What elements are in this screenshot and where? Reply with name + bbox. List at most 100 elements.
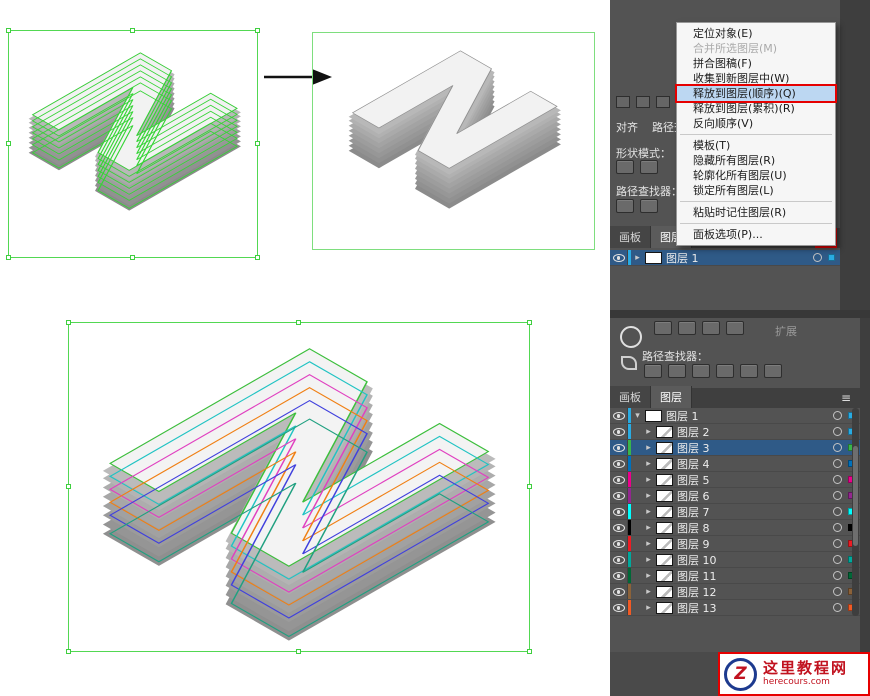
expand-chevron-icon[interactable]: ▸ (642, 571, 655, 581)
expand-chevron-icon[interactable]: ▸ (642, 523, 655, 533)
n-shape-3d-plain[interactable] (313, 33, 594, 249)
layer-row[interactable]: ▸ 图层 6 (610, 488, 860, 504)
layers-scrollbar[interactable] (852, 408, 859, 616)
target-circle-icon[interactable] (833, 491, 842, 500)
target-circle-icon[interactable] (833, 507, 842, 516)
menu-item-locate-object[interactable]: 定位对象(E) (677, 26, 835, 41)
visibility-eye-icon[interactable] (613, 412, 625, 420)
selection-handle[interactable] (296, 320, 301, 325)
visibility-eye-icon[interactable] (613, 492, 625, 500)
layer-row[interactable]: ▸ 图层 4 (610, 456, 860, 472)
target-circle-icon[interactable] (833, 587, 842, 596)
panel-header-icon[interactable] (702, 321, 720, 335)
document-canvas[interactable] (0, 0, 610, 696)
expand-chevron-icon[interactable]: ▸ (642, 507, 655, 517)
n-shape-3d-released-layers[interactable] (69, 323, 529, 651)
site-logo-link[interactable]: Z 这里教程网 herecours.com (718, 652, 870, 696)
menu-item-lock-all-layers[interactable]: 锁定所有图层(L) (677, 183, 835, 198)
layer-row[interactable]: ▸ 图层 13 (610, 600, 860, 616)
expand-chevron-icon[interactable]: ▸ (642, 539, 655, 549)
scrollbar-thumb[interactable] (853, 446, 858, 546)
visibility-eye-icon[interactable] (613, 508, 625, 516)
panel-header-icon[interactable] (654, 321, 672, 335)
layer-row[interactable]: ▸ 图层 11 (610, 568, 860, 584)
expand-chevron-icon[interactable]: ▸ (642, 491, 655, 501)
expand-chevron-icon[interactable]: ▸ (642, 587, 655, 597)
selection-handle[interactable] (6, 255, 11, 260)
target-circle-icon[interactable] (833, 475, 842, 484)
menu-item-flatten-artwork[interactable]: 拼合图稿(F) (677, 56, 835, 71)
menu-item-release-to-layers-sequence[interactable]: 释放到图层(顺序)(Q) (677, 86, 835, 101)
panel-menu-icon[interactable]: ≡ (837, 390, 855, 406)
expand-chevron-icon[interactable]: ▸ (631, 253, 644, 263)
visibility-eye-icon[interactable] (613, 460, 625, 468)
tab-artboards[interactable]: 画板 (610, 226, 651, 248)
menu-item-paste-remembers-layers[interactable]: 粘贴时记住图层(R) (677, 205, 835, 220)
align-icon[interactable] (616, 96, 630, 108)
circle-tool-icon[interactable] (620, 326, 642, 348)
visibility-eye-icon[interactable] (613, 540, 625, 548)
visibility-eye-icon[interactable] (613, 524, 625, 532)
selection-handle[interactable] (66, 649, 71, 654)
target-circle-icon[interactable] (833, 555, 842, 564)
visibility-eye-icon[interactable] (613, 444, 625, 452)
pathfinder-icon[interactable] (616, 199, 634, 213)
tab-align[interactable]: 对齐 (616, 119, 638, 135)
layer-row[interactable]: ▸ 图层 10 (610, 552, 860, 568)
pathfinder-icon[interactable] (640, 199, 658, 213)
selection-handle[interactable] (66, 320, 71, 325)
shape-mode-icon[interactable] (640, 160, 658, 174)
layer-row[interactable]: ▸ 图层 7 (610, 504, 860, 520)
menu-item-panel-options[interactable]: 面板选项(P)... (677, 227, 835, 242)
menu-item-reverse-order[interactable]: 反向顺序(V) (677, 116, 835, 131)
layer-row[interactable]: ▸ 图层 5 (610, 472, 860, 488)
expand-button[interactable]: 扩展 (775, 323, 797, 339)
expand-chevron-icon[interactable]: ▸ (642, 459, 655, 469)
layer-row[interactable]: ▸ 图层 8 (610, 520, 860, 536)
selection-handle[interactable] (255, 28, 260, 33)
visibility-eye-icon[interactable] (613, 604, 625, 612)
pathfinder-icon[interactable] (692, 364, 710, 378)
panel-header-icon[interactable] (678, 321, 696, 335)
menu-item-collect-in-new-layer[interactable]: 收集到新图层中(W) (677, 71, 835, 86)
visibility-eye-icon[interactable] (613, 572, 625, 580)
target-circle-icon[interactable] (833, 411, 842, 420)
pathfinder-icon[interactable] (668, 364, 686, 378)
layer-row-selected[interactable]: ▸ 图层 3 (610, 440, 860, 456)
selection-handle[interactable] (130, 255, 135, 260)
pathfinder-icon[interactable] (644, 364, 662, 378)
target-circle-icon[interactable] (833, 443, 842, 452)
expand-chevron-icon[interactable]: ▸ (642, 555, 655, 565)
tab-layers[interactable]: 图层 (651, 386, 692, 408)
n-shape-3d-selected[interactable] (9, 31, 257, 257)
target-circle-icon[interactable] (813, 253, 822, 262)
target-circle-icon[interactable] (833, 571, 842, 580)
selection-handle[interactable] (296, 649, 301, 654)
menu-item-hide-all-layers[interactable]: 隐藏所有图层(R) (677, 153, 835, 168)
selection-handle[interactable] (6, 28, 11, 33)
spiral-tool-icon[interactable] (621, 356, 637, 370)
visibility-eye-icon[interactable] (613, 254, 625, 262)
align-icon[interactable] (656, 96, 670, 108)
menu-item-template[interactable]: 模板(T) (677, 138, 835, 153)
selection-handle[interactable] (527, 649, 532, 654)
layer-row[interactable]: ▸ 图层 1 (610, 250, 840, 266)
layer-row[interactable]: ▾ 图层 1 (610, 408, 860, 424)
align-icon[interactable] (636, 96, 650, 108)
layer-row[interactable]: ▸ 图层 2 (610, 424, 860, 440)
menu-item-outline-all-layers[interactable]: 轮廓化所有图层(U) (677, 168, 835, 183)
selection-handle[interactable] (527, 320, 532, 325)
pathfinder-icon[interactable] (740, 364, 758, 378)
pathfinder-icon[interactable] (764, 364, 782, 378)
panel-header-icon[interactable] (726, 321, 744, 335)
visibility-eye-icon[interactable] (613, 556, 625, 564)
visibility-eye-icon[interactable] (613, 476, 625, 484)
visibility-eye-icon[interactable] (613, 588, 625, 596)
menu-item-release-to-layers-build[interactable]: 释放到图层(累积)(R) (677, 101, 835, 116)
selection-handle[interactable] (66, 484, 71, 489)
tab-artboards[interactable]: 画板 (610, 386, 651, 408)
selection-handle[interactable] (255, 255, 260, 260)
target-circle-icon[interactable] (833, 603, 842, 612)
collapse-chevron-icon[interactable]: ▾ (631, 411, 644, 421)
visibility-eye-icon[interactable] (613, 428, 625, 436)
